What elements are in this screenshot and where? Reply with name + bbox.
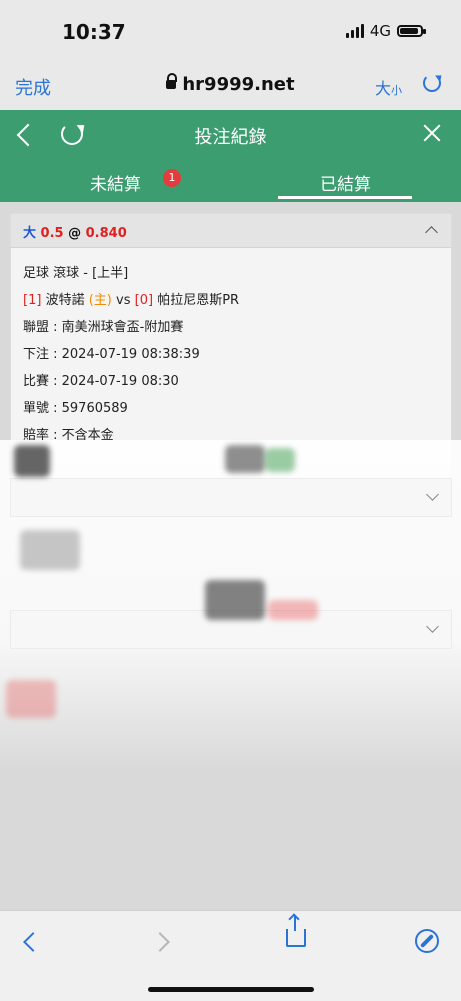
redaction-smudge — [20, 530, 80, 570]
redaction-smudge — [268, 600, 318, 620]
match-teams: [1] 波特諾 (主) vs [0] 帕拉尼恩斯PR — [23, 287, 439, 314]
chevron-down-icon[interactable] — [426, 488, 439, 501]
away-score: [0] — [134, 293, 154, 308]
bet-time-row: 下注 : 2024-07-19 08:38:39 — [23, 347, 200, 362]
league-row: 聯盟 : 南美洲球會盃-附加賽 — [23, 320, 184, 335]
vs-label: vs — [116, 293, 131, 308]
bet-card-header[interactable]: 大 0.5 @ 0.840 — [11, 214, 451, 248]
text-size-button[interactable]: 大小 — [375, 75, 402, 99]
browser-bar: 完成 hr9999.net 大小 — [0, 52, 461, 111]
unsettled-count-badge: 1 — [163, 169, 181, 187]
network-label: 4G — [369, 22, 391, 40]
close-icon[interactable] — [421, 122, 443, 144]
compass-icon[interactable] — [415, 929, 439, 953]
bet-summary: 大 0.5 @ 0.840 — [23, 222, 127, 241]
reload-icon[interactable] — [423, 74, 441, 92]
status-time: 10:37 — [62, 20, 126, 44]
redaction-smudge — [6, 680, 56, 718]
text-size-small: 小 — [391, 84, 403, 97]
app-header: 投注紀錄 — [0, 110, 461, 158]
lock-icon — [166, 73, 178, 89]
redaction-smudge — [14, 445, 50, 477]
sport-line: 足球 滾球 - [上半] — [23, 266, 129, 281]
home-indicator — [148, 987, 314, 992]
active-tab-indicator — [278, 196, 412, 199]
browser-toolbar — [0, 910, 461, 1001]
bet-odds: 0.840 — [85, 226, 127, 241]
bet-selection: 大 — [23, 226, 37, 241]
collapsed-bet-card[interactable] — [10, 478, 452, 517]
url-text: hr9999.net — [182, 74, 295, 95]
forward-arrow-icon[interactable] — [150, 932, 170, 952]
status-indicators: 4G — [345, 22, 426, 40]
signal-icon — [345, 24, 364, 38]
back-arrow-icon[interactable] — [23, 932, 43, 952]
away-team: 帕拉尼恩斯PR — [157, 293, 240, 308]
home-tag: (主) — [88, 293, 112, 308]
text-size-big: 大 — [375, 79, 392, 98]
bet-line-value: 0.5 — [40, 226, 64, 241]
status-bar: 10:37 4G — [0, 0, 461, 52]
home-score: [1] — [23, 293, 42, 308]
at-symbol: @ — [68, 226, 82, 241]
redaction-smudge — [225, 445, 265, 473]
tab-unsettled[interactable]: 未結算 — [90, 170, 141, 195]
tab-bar: 未結算 1 已結算 — [0, 158, 461, 202]
chevron-down-icon[interactable] — [426, 620, 439, 633]
tab-settled[interactable]: 已結算 — [320, 170, 371, 195]
match-time-row: 比賽 : 2024-07-19 08:30 — [23, 374, 179, 389]
ticket-row: 單號 : 59760589 — [23, 401, 128, 416]
battery-icon — [397, 25, 426, 37]
home-team: 波特諾 — [45, 293, 85, 308]
chevron-up-icon[interactable] — [425, 226, 438, 239]
share-icon[interactable] — [286, 915, 306, 947]
redaction-smudge — [265, 448, 295, 472]
redaction-smudge — [205, 580, 265, 620]
page-title: 投注紀錄 — [194, 127, 267, 148]
